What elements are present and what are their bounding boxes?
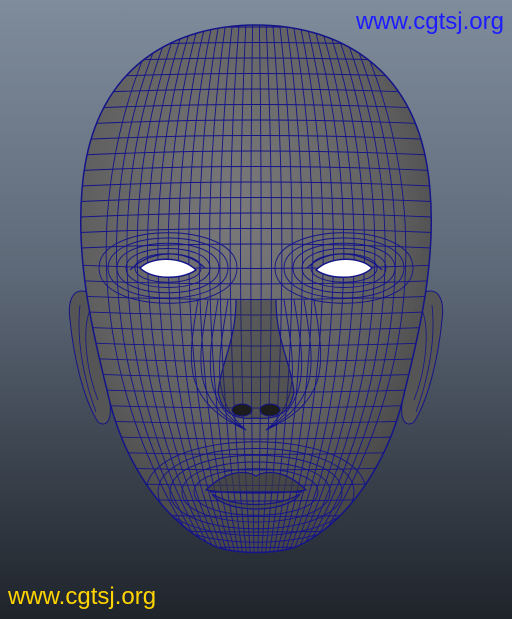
watermark-bottom: www.cgtsj.org	[8, 583, 157, 610]
maya-viewport[interactable]: www.cgtsj.org www.cgtsj.org	[0, 0, 512, 619]
watermark-top: www.cgtsj.org	[355, 8, 504, 35]
head-wireframe-render	[68, 24, 444, 554]
